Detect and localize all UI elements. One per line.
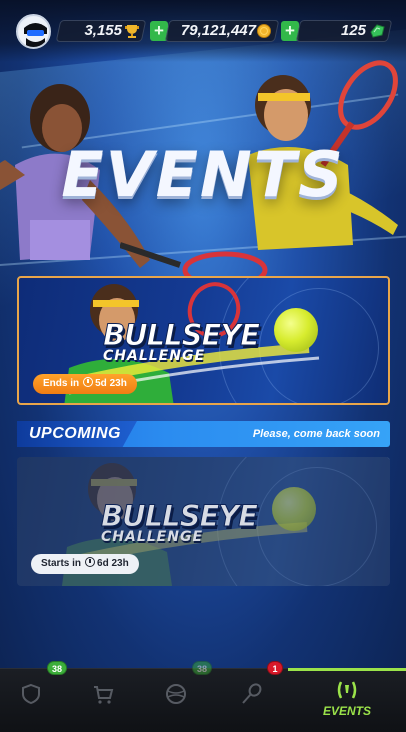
- clock-icon: [85, 557, 96, 567]
- trophies-count: 3,155: [84, 22, 122, 39]
- shield-icon: [22, 683, 40, 705]
- nav-item-events[interactable]: EVENTS: [288, 669, 406, 732]
- timer-value: 5d 23h: [95, 378, 127, 389]
- top-bar: 3,155 + 79,121,447 + 125: [0, 0, 406, 62]
- upcoming-section-header: UPCOMING Please, come back soon: [17, 421, 390, 447]
- ball-icon: [166, 684, 186, 704]
- events-icon: [337, 681, 357, 699]
- nav-badge: 1: [267, 661, 283, 675]
- gem-icon: [370, 24, 385, 38]
- nav-item-gear[interactable]: [220, 669, 280, 732]
- event-card-upcoming[interactable]: BULLSEYE CHALLENGE Starts in 6d 23h: [17, 457, 390, 586]
- event-name: BULLSEYE: [102, 318, 260, 353]
- shop-icon: [94, 686, 114, 704]
- trophy-icon: [125, 25, 139, 38]
- bottom-nav: 38 38 1 EVENTS: [0, 661, 406, 732]
- event-timer: Ends in 5d 23h: [33, 374, 137, 394]
- avatar[interactable]: [16, 14, 51, 49]
- timer-value: 6d 23h: [97, 558, 129, 569]
- page-title: EVENTS: [61, 138, 345, 211]
- event-timer: Starts in 6d 23h: [31, 554, 139, 574]
- event-name: BULLSEYE: [100, 499, 258, 534]
- event-card-active[interactable]: BULLSEYE CHALLENGE Ends in 5d 23h: [17, 276, 390, 405]
- nav-item-shop[interactable]: [70, 669, 130, 732]
- upcoming-label: UPCOMING: [29, 425, 121, 442]
- player-avatar-icon: [18, 16, 49, 47]
- timer-prefix: Ends in: [43, 378, 80, 389]
- nav-item-play[interactable]: [145, 669, 205, 732]
- upcoming-note: Please, come back soon: [252, 428, 380, 440]
- nav-badge: 38: [192, 661, 212, 675]
- coins-count: 79,121,447: [180, 22, 256, 39]
- nav-item-club[interactable]: [0, 669, 60, 732]
- events-screen: EVENTS 3,155 + 79,121,447 + 125 BULLSEYE…: [0, 0, 406, 732]
- nav-label-events: EVENTS: [322, 704, 371, 718]
- coin-icon: [257, 24, 271, 38]
- nav-badge: 38: [47, 661, 67, 675]
- tennis-ball-icon: [274, 308, 318, 352]
- timer-prefix: Starts in: [41, 558, 82, 569]
- rackets-icon: [242, 683, 262, 704]
- gems-count: 125: [340, 22, 366, 39]
- event-subname: CHALLENGE: [103, 348, 206, 364]
- event-subname: CHALLENGE: [101, 529, 204, 545]
- clock-icon: [83, 377, 94, 387]
